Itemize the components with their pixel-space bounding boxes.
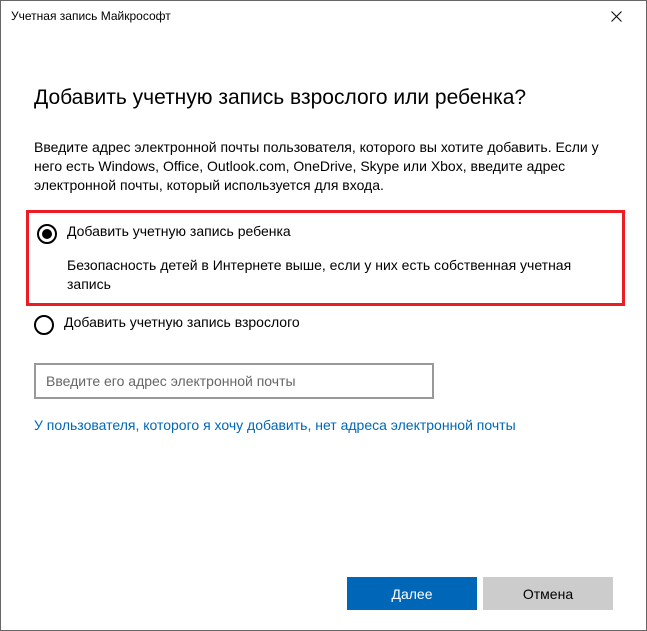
- radio-button-icon: [37, 224, 57, 244]
- radio-label-adult: Добавить учетную запись взрослого: [64, 314, 300, 330]
- radio-option-adult[interactable]: Добавить учетную запись взрослого: [34, 314, 613, 335]
- email-field[interactable]: [34, 363, 434, 399]
- cancel-button[interactable]: Отмена: [483, 577, 613, 610]
- button-bar: Далее Отмена: [347, 577, 613, 610]
- close-button[interactable]: [596, 2, 636, 30]
- radio-option-child[interactable]: Добавить учетную запись ребенка: [37, 223, 610, 244]
- dialog-content: Добавить учетную запись взрослого или ре…: [1, 31, 646, 455]
- radio-label-child: Добавить учетную запись ребенка: [67, 223, 291, 239]
- radio-sublabel-child: Безопасность детей в Интернете выше, есл…: [67, 256, 610, 294]
- no-email-link[interactable]: У пользователя, которого я хочу добавить…: [34, 417, 516, 433]
- window-title: Учетная запись Майкрософт: [11, 9, 171, 23]
- page-heading: Добавить учетную запись взрослого или ре…: [34, 86, 613, 110]
- titlebar: Учетная запись Майкрософт: [1, 1, 646, 31]
- highlighted-option: Добавить учетную запись ребенка Безопасн…: [26, 210, 625, 307]
- description-text: Введите адрес электронной почты пользова…: [34, 138, 613, 195]
- radio-selected-dot: [42, 229, 52, 239]
- next-button[interactable]: Далее: [347, 577, 477, 610]
- close-icon: [611, 11, 622, 22]
- radio-button-icon: [34, 315, 54, 335]
